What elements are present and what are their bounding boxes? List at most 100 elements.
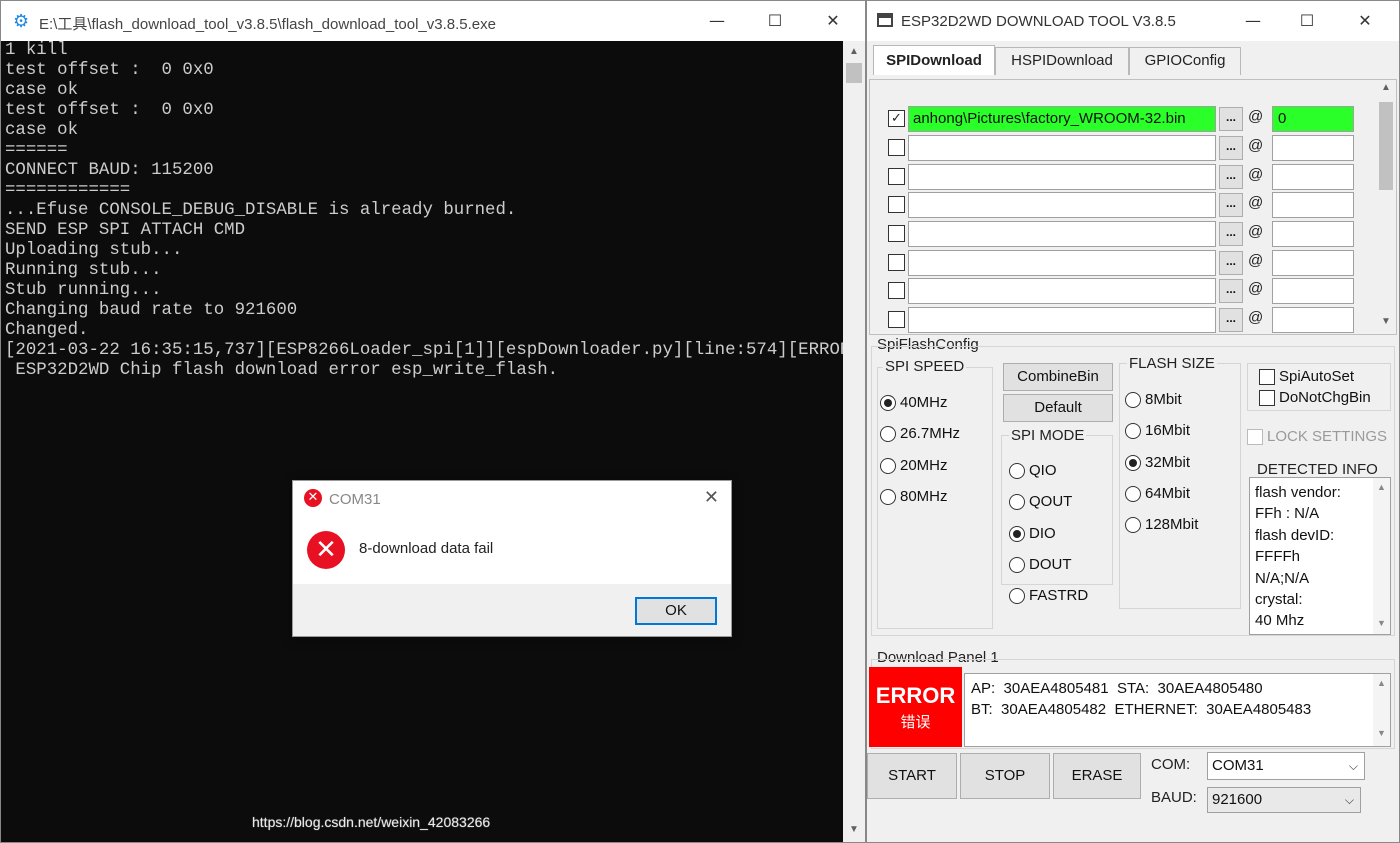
address-input[interactable] [1272,164,1354,190]
scroll-down-icon[interactable]: ▼ [1373,618,1390,628]
address-input[interactable] [1272,278,1354,304]
browse-button[interactable]: ... [1219,222,1243,246]
at-label: @ [1248,280,1264,297]
scroll-down-icon[interactable]: ▼ [843,821,865,839]
browse-button[interactable]: ... [1219,251,1243,275]
spi-speed-radio[interactable]: 40MHz [880,393,948,413]
spi-mode-radio[interactable]: DIO [1009,524,1056,544]
tab-hspidownload[interactable]: HSPIDownload [995,47,1129,75]
detected-info-label: DETECTED INFO [1257,461,1378,478]
console-scrollbar[interactable]: ▲ ▼ [843,41,865,842]
spi-speed-radio[interactable]: 26.7MHz [880,424,960,444]
scroll-up-icon[interactable]: ▲ [1373,678,1390,688]
scroll-up-icon[interactable]: ▲ [1373,482,1390,492]
file-path-input[interactable] [908,278,1216,304]
browse-button[interactable]: ... [1219,165,1243,189]
file-row: ... @ [870,221,1376,247]
address-input[interactable] [1272,192,1354,218]
spi-auto-set-checkbox[interactable]: SpiAutoSet [1259,367,1354,387]
tab-spidownload[interactable]: SPIDownload [873,45,995,75]
browse-button[interactable]: ... [1219,107,1243,131]
spi-mode-radio[interactable]: FASTRD [1009,586,1088,606]
file-path-input[interactable] [908,164,1216,190]
do-not-chg-bin-checkbox[interactable]: DoNotChgBin [1259,388,1371,408]
mac-info-textbox[interactable]: AP: 30AEA4805481 STA: 30AEA4805480 BT: 3… [964,673,1391,747]
combine-bin-button[interactable]: CombineBin [1003,363,1113,391]
mac-info-scrollbar[interactable]: ▲ ▼ [1373,674,1390,746]
file-enable-checkbox[interactable] [888,225,905,242]
com-port-select[interactable]: COM31 ⌵ [1207,752,1365,780]
flash-size-radio[interactable]: 32Mbit [1125,453,1190,473]
console-output[interactable]: 1 kill test offset : 0 0x0 case ok test off… [1,41,843,842]
spi-speed-radio[interactable]: 80MHz [880,487,948,507]
console-line: SEND ESP SPI ATTACH CMD [5,221,246,240]
detected-info-textbox[interactable]: flash vendor: FFh : N/A flash devID: FFF… [1249,477,1391,635]
radio-dot [1009,463,1025,479]
browse-button[interactable]: ... [1219,308,1243,332]
flash-size-radio[interactable]: 128Mbit [1125,515,1198,535]
tab-gpioconfig[interactable]: GPIOConfig [1129,47,1241,75]
maximize-icon[interactable]: ☐ [755,9,795,33]
file-enable-checkbox[interactable] [888,168,905,185]
minimize-icon[interactable]: — [697,9,737,33]
browse-button[interactable]: ... [1219,136,1243,160]
file-row: ... @ [870,135,1376,161]
scroll-thumb[interactable] [846,63,862,83]
address-input[interactable] [1272,250,1354,276]
scroll-down-icon[interactable]: ▼ [1376,316,1396,327]
minimize-icon[interactable]: — [1233,9,1273,33]
flash-size-radio[interactable]: 64Mbit [1125,484,1190,504]
lock-settings-checkbox[interactable]: LOCK SETTINGS [1247,427,1387,447]
file-path-input[interactable] [908,192,1216,218]
file-list-scrollbar[interactable]: ▲ ▼ [1376,80,1396,334]
spi-mode-radio[interactable]: DOUT [1009,555,1072,575]
console-line: CONNECT BAUD: 115200 [5,161,214,180]
baud-rate-select[interactable]: 921600 ⌵ [1207,787,1361,813]
file-enable-checkbox[interactable]: ✓ [888,110,905,127]
file-path-input[interactable] [908,135,1216,161]
file-enable-checkbox[interactable] [888,139,905,156]
esp-titlebar[interactable]: ESP32D2WD DOWNLOAD TOOL V3.8.5 — ☐ ✕ [867,1,1399,41]
file-enable-checkbox[interactable] [888,282,905,299]
file-enable-checkbox[interactable] [888,311,905,328]
file-enable-checkbox[interactable] [888,254,905,271]
chevron-down-icon: ⌵ [1348,759,1358,773]
console-line: case ok [5,81,79,100]
spi-mode-radio[interactable]: QIO [1009,461,1057,481]
ok-button[interactable]: OK [635,597,717,625]
error-icon: ✕ [307,531,345,569]
address-input[interactable] [1272,307,1354,333]
file-path-input[interactable] [908,307,1216,333]
file-path-input[interactable] [908,221,1216,247]
dialog-close-icon[interactable]: ✕ [704,487,719,508]
spi-mode-radio[interactable]: QOUT [1009,492,1072,512]
scroll-up-icon[interactable]: ▲ [1376,82,1396,93]
file-enable-checkbox[interactable] [888,196,905,213]
radio-label: 80MHz [900,487,948,505]
address-input[interactable]: 0 [1272,106,1354,132]
console-titlebar[interactable]: ⚙ E:\工具\flash_download_tool_v3.8.5\flash… [1,1,865,41]
stop-button[interactable]: STOP [960,753,1050,799]
chevron-down-icon: ⌵ [1344,793,1354,807]
flash-size-radio[interactable]: 8Mbit [1125,390,1182,410]
file-path-input[interactable]: anhong\Pictures\factory_WROOM-32.bin [908,106,1216,132]
maximize-icon[interactable]: ☐ [1287,9,1327,33]
detected-info-scrollbar[interactable]: ▲ ▼ [1373,478,1390,634]
scroll-thumb[interactable] [1379,102,1393,190]
scroll-up-icon[interactable]: ▲ [843,43,865,61]
scroll-down-icon[interactable]: ▼ [1373,728,1390,738]
address-input[interactable] [1272,221,1354,247]
erase-button[interactable]: ERASE [1053,753,1141,799]
address-input[interactable] [1272,135,1354,161]
close-icon[interactable]: ✕ [813,9,853,33]
flash-size-radio[interactable]: 16Mbit [1125,421,1190,441]
dialog-message: 8-download data fail [359,540,494,557]
spi-speed-radio[interactable]: 20MHz [880,456,948,476]
close-icon[interactable]: ✕ [1345,9,1385,33]
browse-button[interactable]: ... [1219,193,1243,217]
start-button[interactable]: START [867,753,957,799]
default-button[interactable]: Default [1003,394,1113,422]
browse-button[interactable]: ... [1219,279,1243,303]
file-path-input[interactable] [908,250,1216,276]
lock-settings-label: LOCK SETTINGS [1267,428,1388,445]
